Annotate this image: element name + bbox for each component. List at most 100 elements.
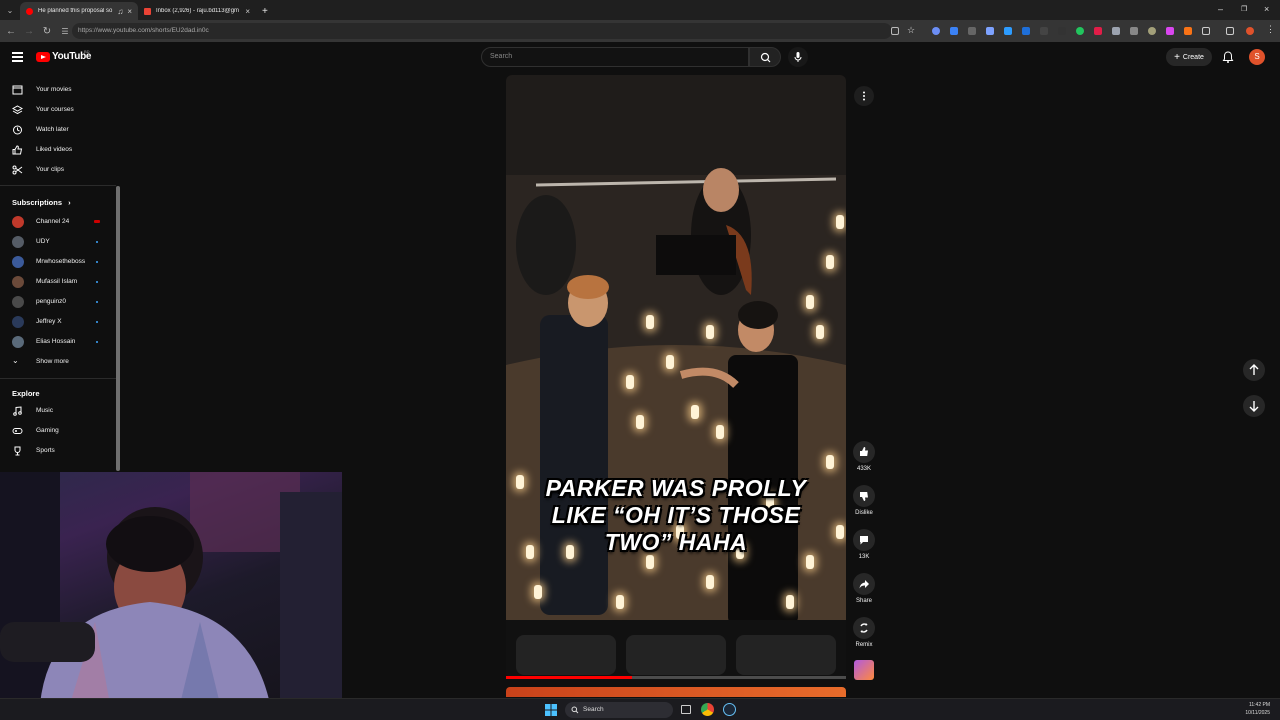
taskbar-clock[interactable]: 11:42 PM 10/11/2025 — [1245, 701, 1270, 717]
sidebar-item-label: Elias Hossain — [36, 338, 76, 345]
webcam-person-image — [0, 472, 342, 704]
search-icon — [571, 706, 579, 714]
sidebar-item-watch-later[interactable]: Watch later — [0, 120, 116, 140]
browser-menu-icon[interactable]: ⋮ — [1266, 24, 1275, 34]
speaker-icon[interactable]: ♫ — [117, 7, 123, 16]
sidebar-item-your-movies[interactable]: Your movies — [0, 80, 116, 100]
subscriptions-heading[interactable]: Subscriptions › — [12, 198, 71, 207]
extension-olive-icon[interactable] — [1148, 27, 1156, 35]
extension-orange-icon[interactable] — [1184, 27, 1192, 35]
windows-start-icon[interactable] — [544, 703, 558, 717]
candle-light — [616, 595, 624, 609]
cast-icon[interactable] — [891, 27, 899, 35]
sidebar-item-liked-videos[interactable]: Liked videos — [0, 140, 116, 160]
voice-search-button[interactable] — [788, 47, 808, 67]
chrome-taskbar-icon[interactable] — [701, 703, 714, 716]
extension-blue-icon[interactable] — [932, 27, 940, 35]
profile-icon[interactable] — [1246, 27, 1254, 35]
sidebar-item-your-courses[interactable]: Your courses — [0, 100, 116, 120]
minimize-icon[interactable]: – — [1218, 4, 1223, 14]
taskbar-search-box[interactable]: Search — [565, 702, 673, 718]
sidebar-item-label: Your movies — [36, 86, 72, 93]
search-input[interactable]: Search — [481, 47, 749, 67]
clock-time: 11:42 PM — [1248, 702, 1270, 708]
extension-camera-icon[interactable] — [1130, 27, 1138, 35]
restore-icon[interactable]: ❐ — [1241, 5, 1247, 13]
sound-thumbnail[interactable] — [854, 660, 874, 680]
clock-icon — [13, 125, 22, 135]
youtube-logo-icon[interactable] — [36, 52, 50, 62]
new-content-dot-icon — [96, 341, 98, 343]
tab-search-icon[interactable]: ⌄ — [0, 6, 20, 15]
remix-button[interactable]: Remix — [852, 617, 876, 648]
candle-light — [626, 375, 634, 389]
extension-puzzle-icon[interactable] — [986, 27, 994, 35]
comments-button[interactable]: 13K — [852, 529, 876, 560]
extension-pink-icon[interactable] — [1112, 27, 1120, 35]
create-button[interactable]: + Create — [1166, 48, 1212, 66]
candle-light — [646, 555, 654, 569]
sidebar-item-elias-hossain[interactable]: Elias Hossain — [0, 332, 116, 352]
extension-red-icon[interactable] — [1094, 27, 1102, 35]
extension-translate-icon[interactable] — [1004, 27, 1012, 35]
sidebar-item-mrwhosetheboss[interactable]: Mrwhosetheboss — [0, 252, 116, 272]
next-short-button[interactable] — [1243, 395, 1265, 417]
chevron-down-icon: ⌄ — [12, 356, 19, 365]
sidebar-item-music[interactable]: Music — [0, 401, 116, 421]
menu-icon[interactable] — [12, 52, 23, 62]
browser-tab-youtube[interactable]: He planned this proposal so ♫ × — [20, 2, 138, 20]
dislike-button[interactable]: Dislike — [852, 485, 876, 516]
extensions-menu-icon[interactable] — [1202, 27, 1210, 35]
back-icon[interactable]: ← — [2, 26, 20, 37]
bookmark-star-icon[interactable]: ☆ — [907, 25, 915, 35]
sidebar-item-sports[interactable]: Sports — [0, 441, 116, 461]
extension-rose-icon[interactable] — [1166, 27, 1174, 35]
address-bar[interactable]: https://www.youtube.com/shorts/EU2dad.in… — [72, 23, 892, 39]
close-tab-icon[interactable]: × — [245, 7, 250, 16]
channel-avatar — [12, 256, 24, 268]
new-tab-button[interactable]: + — [256, 2, 274, 20]
sidebar-item-label: Liked videos — [36, 146, 73, 153]
extension-green-icon[interactable] — [1076, 27, 1084, 35]
sidebar-item-label: Jeffrey X — [36, 318, 62, 325]
next-short-preview[interactable] — [506, 687, 846, 697]
sidebar-scrollbar[interactable] — [116, 186, 120, 471]
share-button[interactable]: Share — [852, 573, 876, 604]
account-avatar[interactable]: S — [1249, 49, 1265, 65]
new-content-dot-icon — [96, 261, 98, 263]
arrow-down-icon — [1249, 401, 1259, 412]
search-button[interactable] — [749, 47, 781, 67]
extension-dark-icon[interactable] — [1058, 27, 1066, 35]
steam-taskbar-icon[interactable] — [723, 703, 736, 716]
shorts-video-player[interactable]: PARKER WAS PROLLY LIKE “OH IT’S THOSE TW… — [506, 75, 846, 678]
sidebar-item-label: Gaming — [36, 427, 59, 434]
more-options-button[interactable] — [854, 86, 874, 106]
like-button[interactable]: 433K — [852, 441, 876, 472]
forward-icon[interactable]: → — [20, 26, 38, 37]
previous-short-button[interactable] — [1243, 359, 1265, 381]
notifications-bell-icon[interactable] — [1221, 50, 1235, 64]
show-more-button[interactable]: ⌄ Show more — [0, 352, 116, 372]
candle-light — [534, 585, 542, 599]
task-view-icon[interactable] — [681, 705, 691, 714]
sidebar-item-mufassil-islam[interactable]: Mufassil Islam — [0, 272, 116, 292]
browser-tab-gmail[interactable]: Inbox (2,926) - raju.bd113@gm × — [138, 2, 256, 20]
video-progress-bar[interactable] — [506, 676, 846, 679]
sidebar-item-your-videos[interactable] — [0, 64, 116, 78]
extension-audio-icon[interactable] — [950, 27, 958, 35]
sidebar-item-gaming[interactable]: Gaming — [0, 421, 116, 441]
reload-icon[interactable]: ↻ — [38, 26, 56, 37]
sidebar-item-your-clips[interactable]: Your clips — [0, 160, 116, 180]
search-icon — [760, 52, 771, 63]
sidebar-item-udy[interactable]: UDY — [0, 232, 116, 252]
close-window-icon[interactable]: × — [1264, 4, 1269, 14]
close-tab-icon[interactable]: × — [127, 7, 132, 16]
extension-gray-icon[interactable] — [968, 27, 976, 35]
candle-light — [706, 575, 714, 589]
sidebar-item-channel-24[interactable]: Channel 24 — [0, 212, 116, 232]
extension-shield-icon[interactable] — [1040, 27, 1048, 35]
sidebar-item-jeffrey-x[interactable]: Jeffrey X — [0, 312, 116, 332]
extension-download-icon[interactable] — [1022, 27, 1030, 35]
sidebar-item-penguinz0[interactable]: penguinz0 — [0, 292, 116, 312]
sidepanel-icon[interactable] — [1226, 27, 1234, 35]
